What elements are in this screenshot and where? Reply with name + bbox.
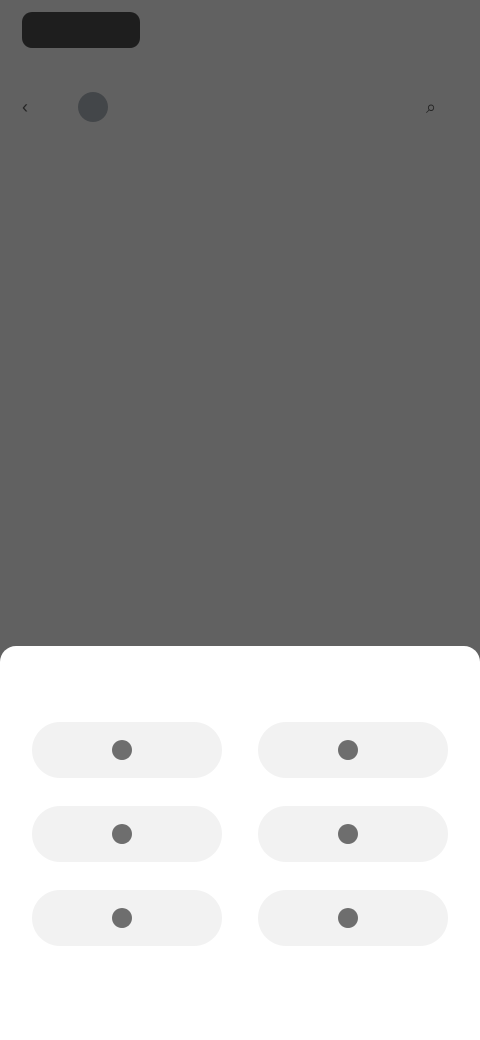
sheet-option-6[interactable] (258, 890, 448, 946)
sheet-option-5[interactable] (32, 890, 222, 946)
sheet-options-grid (32, 722, 448, 946)
circle-icon (338, 824, 358, 844)
circle-icon (338, 908, 358, 928)
sheet-option-2[interactable] (258, 722, 448, 778)
screen: ‹ ⌕ (0, 0, 480, 1040)
sheet-option-1[interactable] (32, 722, 222, 778)
circle-icon (338, 740, 358, 760)
circle-icon (112, 740, 132, 760)
sheet-option-3[interactable] (32, 806, 222, 862)
circle-icon (112, 824, 132, 844)
sheet-option-4[interactable] (258, 806, 448, 862)
circle-icon (112, 908, 132, 928)
bottom-sheet (0, 646, 480, 1040)
